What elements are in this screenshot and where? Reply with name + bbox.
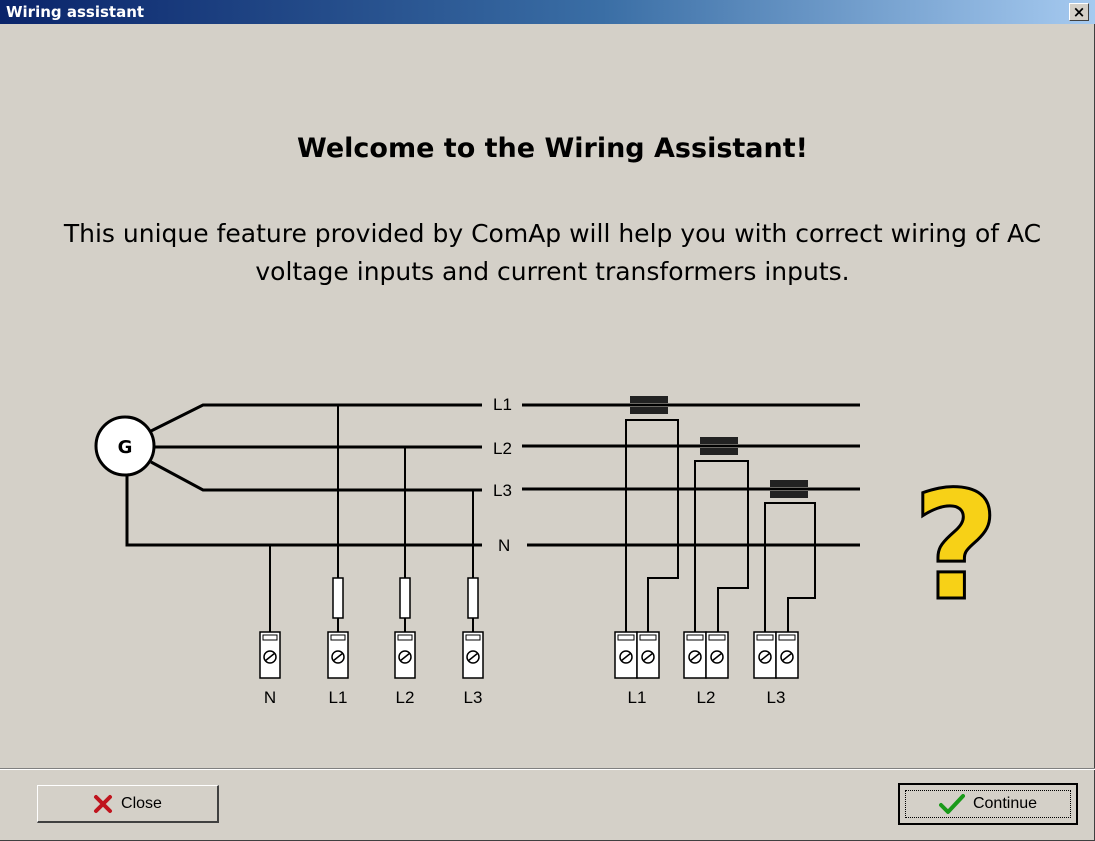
wiring-assistant-window: Wiring assistant × Welcome to the Wiring… [0,0,1095,841]
terminal-label-l2: L2 [396,688,415,707]
line-label-l1: L1 [493,395,512,414]
focus-rectangle [905,790,1071,818]
close-button[interactable]: Close [37,785,219,823]
voltage-terminals [259,631,484,679]
title-bar[interactable]: Wiring assistant × [0,0,1095,24]
fuses [332,577,479,619]
ct-bus-lines [522,403,860,547]
generator-label: G [118,437,133,458]
line-label-n: N [498,536,510,555]
line-label-l3: L3 [493,481,512,500]
voltage-drops [269,405,474,632]
red-x-icon [94,794,113,813]
window-close-button[interactable]: × [1069,3,1089,21]
bus-lines [125,403,482,547]
ct-terminals [614,631,799,679]
wiring-diagram: G L1 L2 L3 N N L1 L2 L3 L1 L2 L3 ? [94,395,1001,707]
terminal-label-l1: L1 [329,688,348,707]
ct-label-l3: L3 [767,688,786,707]
continue-button[interactable]: Continue [898,783,1078,825]
ct-label-l2: L2 [697,688,716,707]
ct-label-l1: L1 [628,688,647,707]
button-bar-divider [0,768,1095,770]
intro-text: This unique feature provided by ComAp wi… [63,219,1042,286]
question-mark-icon: ? [912,460,999,634]
terminal-label-n: N [264,688,276,707]
window-title: Wiring assistant [6,3,145,21]
close-button-label: Close [121,794,162,812]
line-label-l2: L2 [493,439,512,458]
welcome-heading: Welcome to the Wiring Assistant! [297,133,808,164]
terminal-label-l3: L3 [464,688,483,707]
